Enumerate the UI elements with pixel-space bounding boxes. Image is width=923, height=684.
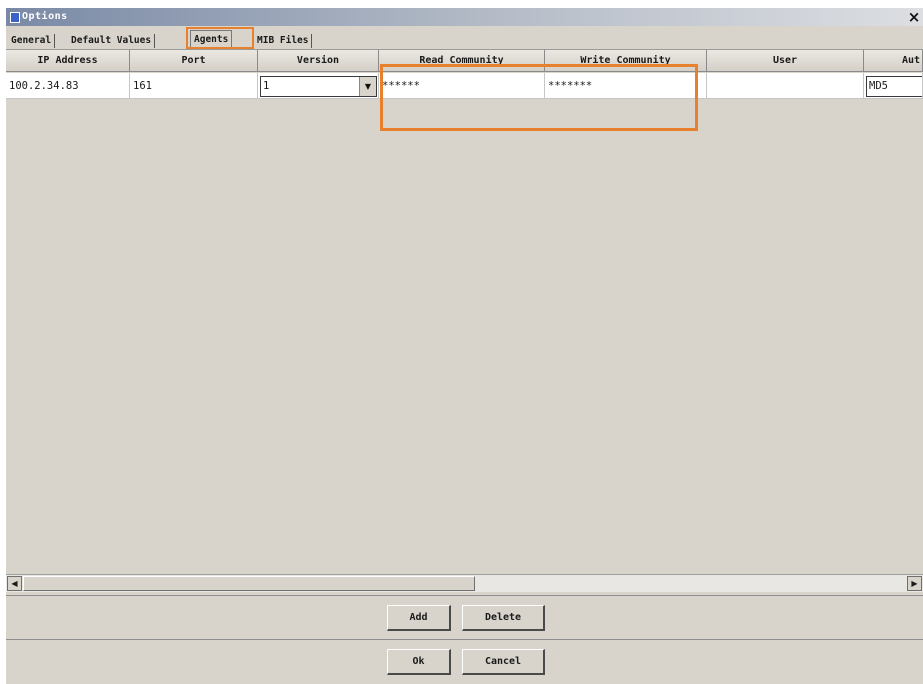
- tab-general[interactable]: General: [8, 34, 56, 48]
- tab-agents[interactable]: Agents: [190, 30, 233, 49]
- cell-read-community[interactable]: ******: [379, 73, 545, 99]
- close-icon[interactable]: ×: [907, 8, 921, 26]
- agents-table: IP Address Port Version Read Community W…: [6, 49, 923, 596]
- column-header-read-community[interactable]: Read Community: [379, 50, 545, 72]
- add-button[interactable]: Add: [387, 605, 451, 631]
- column-header-write-community[interactable]: Write Community: [545, 50, 707, 72]
- table-row[interactable]: 100.2.34.83 161 1 ▼ ****** ******* MD5: [6, 73, 923, 99]
- options-dialog: Options × General Default Values Agents …: [6, 8, 923, 684]
- auth-select[interactable]: MD5: [866, 76, 922, 97]
- tab-mib-files[interactable]: MIB Files: [254, 34, 313, 48]
- cell-port[interactable]: 161: [130, 73, 258, 99]
- window-title: Options: [22, 11, 68, 22]
- chevron-down-icon[interactable]: ▼: [359, 77, 376, 96]
- dialog-button-bar: Ok Cancel: [6, 639, 923, 684]
- app-icon: [10, 12, 20, 23]
- column-header-port[interactable]: Port: [130, 50, 258, 72]
- tab-default-values[interactable]: Default Values: [68, 34, 156, 48]
- cancel-button[interactable]: Cancel: [462, 649, 545, 675]
- version-select-value: 1: [263, 80, 270, 92]
- column-header-auth[interactable]: Aut: [864, 50, 923, 72]
- auth-select-value: MD5: [869, 80, 888, 92]
- table-action-bar: Add Delete: [6, 595, 923, 640]
- cell-write-community[interactable]: *******: [545, 73, 707, 99]
- cell-user[interactable]: [707, 73, 864, 99]
- horizontal-scrollbar[interactable]: ◀ ▶: [6, 574, 923, 592]
- scroll-left-icon[interactable]: ◀: [7, 576, 22, 591]
- cell-version: 1 ▼: [258, 73, 379, 99]
- ok-button[interactable]: Ok: [387, 649, 451, 675]
- column-header-version[interactable]: Version: [258, 50, 379, 72]
- tab-strip: General Default Values Agents MIB Files: [6, 30, 923, 49]
- scroll-right-icon[interactable]: ▶: [907, 576, 922, 591]
- table-header: IP Address Port Version Read Community W…: [6, 50, 923, 72]
- cell-auth: MD5: [864, 73, 923, 99]
- title-bar[interactable]: Options ×: [6, 8, 923, 26]
- scrollbar-thumb[interactable]: [23, 576, 475, 591]
- delete-button[interactable]: Delete: [462, 605, 545, 631]
- version-select[interactable]: 1 ▼: [260, 76, 377, 97]
- column-header-ip-address[interactable]: IP Address: [6, 50, 130, 72]
- cell-ip-address[interactable]: 100.2.34.83: [6, 73, 130, 99]
- column-header-user[interactable]: User: [707, 50, 864, 72]
